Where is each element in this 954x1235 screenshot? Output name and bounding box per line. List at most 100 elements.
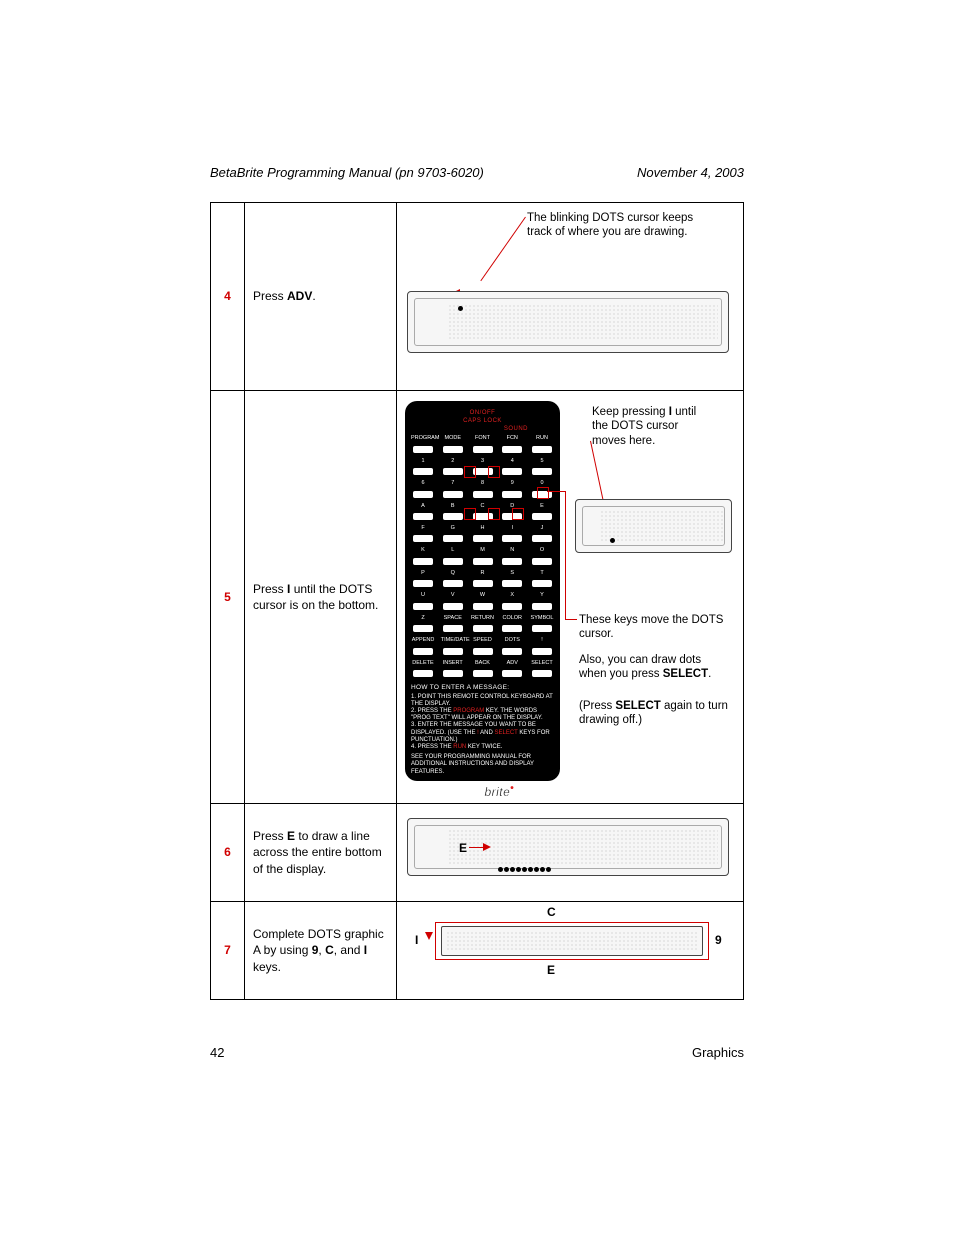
remote-key-label: F <box>411 525 435 532</box>
remote-key <box>413 446 433 453</box>
remote-key-label: 2 <box>441 458 465 465</box>
remote-key <box>502 446 522 453</box>
sign-display <box>575 499 732 553</box>
remote-key-label: Q <box>441 570 465 577</box>
remote-key-label: APPEND <box>411 637 435 644</box>
remote-key-label: Y <box>530 592 554 599</box>
remote-key-label: S <box>500 570 524 577</box>
callout-text: Also, you can draw dots when you press S… <box>579 653 729 682</box>
remote-key-label: SPEED <box>471 637 495 644</box>
betabrite-logo: BETAbrite• <box>411 782 554 800</box>
remote-key <box>413 580 433 587</box>
remote-key <box>532 648 552 655</box>
sign-display <box>407 818 729 876</box>
sign-display <box>441 926 703 956</box>
remote-key-label: INSERT <box>441 660 465 667</box>
remote-key <box>502 603 522 610</box>
remote-key-label: 1 <box>411 458 435 465</box>
remote-key <box>443 446 463 453</box>
drawn-dot <box>522 867 527 872</box>
remote-key <box>473 580 493 587</box>
remote-key-label: SELECT <box>530 660 554 667</box>
drawn-dot <box>528 867 533 872</box>
remote-key-label: FCN <box>500 435 524 442</box>
callout-text: Keep pressing I until the DOTS cursor mo… <box>592 405 712 448</box>
remote-key <box>532 446 552 453</box>
key-label: 9 <box>715 932 722 948</box>
remote-key <box>473 558 493 565</box>
drawn-dot <box>510 867 515 872</box>
remote-key-label: B <box>441 503 465 510</box>
remote-key <box>443 580 463 587</box>
drawn-dot <box>516 867 521 872</box>
remote-key <box>502 491 522 498</box>
remote-key-label: U <box>411 592 435 599</box>
remote-key <box>443 625 463 632</box>
remote-key-label: DELETE <box>411 660 435 667</box>
remote-key-label: O <box>530 547 554 554</box>
step-illustration: E <box>397 804 744 902</box>
remote-control: ON/OFF CAPS LOCK SOUND PROGRAMMODEFONTFC… <box>405 401 560 781</box>
remote-key <box>443 670 463 677</box>
drawn-dot <box>504 867 509 872</box>
sign-display <box>407 291 729 353</box>
remote-key <box>413 558 433 565</box>
remote-key-label: T <box>530 570 554 577</box>
step-instruction: Press ADV. <box>245 203 397 391</box>
table-row: 7 Complete DOTS graphic A by using 9, C,… <box>211 902 744 1000</box>
remote-key <box>532 535 552 542</box>
remote-key <box>532 670 552 677</box>
remote-key <box>443 468 463 475</box>
remote-key <box>502 625 522 632</box>
remote-key <box>413 491 433 498</box>
step-number: 6 <box>211 804 245 902</box>
remote-key-label: I <box>500 525 524 532</box>
remote-key <box>413 513 433 520</box>
remote-key-label: 9 <box>500 480 524 487</box>
callout-text: The blinking DOTS cursor keeps track of … <box>527 211 697 240</box>
callout-text: (Press SELECT again to turn drawing off.… <box>579 699 729 728</box>
header-right: November 4, 2003 <box>637 165 744 180</box>
arrow-icon <box>483 843 491 851</box>
remote-key <box>473 648 493 655</box>
remote-key-label: 5 <box>530 458 554 465</box>
remote-key-label: ADV <box>500 660 524 667</box>
step-illustration: ON/OFF CAPS LOCK SOUND PROGRAMMODEFONTFC… <box>397 391 744 804</box>
step-number: 7 <box>211 902 245 1000</box>
section-title: Graphics <box>692 1045 744 1060</box>
drawn-dot <box>540 867 545 872</box>
remote-key-label: SYMBOL <box>530 615 554 622</box>
drawn-dot <box>546 867 551 872</box>
remote-key <box>443 558 463 565</box>
page-footer: 42 Graphics <box>210 1045 744 1060</box>
remote-key <box>502 580 522 587</box>
remote-key <box>473 535 493 542</box>
remote-key <box>532 513 552 520</box>
remote-key-label: 8 <box>471 480 495 487</box>
remote-key-label: E <box>530 503 554 510</box>
remote-key <box>413 603 433 610</box>
remote-key <box>502 670 522 677</box>
remote-key-label: Z <box>411 615 435 622</box>
remote-key-label: TIME/DATE <box>441 637 465 644</box>
drawn-dot <box>498 867 503 872</box>
remote-key <box>502 558 522 565</box>
remote-key <box>443 648 463 655</box>
key-label: E <box>547 962 555 978</box>
remote-key <box>502 468 522 475</box>
step-illustration: The blinking DOTS cursor keeps track of … <box>397 203 744 391</box>
remote-key <box>473 625 493 632</box>
remote-key <box>532 625 552 632</box>
table-row: 4 Press ADV. The blinking DOTS cursor ke… <box>211 203 744 391</box>
step-instruction: Press I until the DOTS cursor is on the … <box>245 391 397 804</box>
drawn-dot <box>534 867 539 872</box>
remote-key-label: 6 <box>411 480 435 487</box>
remote-key-label: H <box>471 525 495 532</box>
remote-key <box>413 535 433 542</box>
step-number: 5 <box>211 391 245 804</box>
remote-key-label: DOTS <box>500 637 524 644</box>
remote-key-label: RETURN <box>471 615 495 622</box>
remote-key-label: L <box>441 547 465 554</box>
remote-key <box>443 513 463 520</box>
remote-key <box>443 491 463 498</box>
